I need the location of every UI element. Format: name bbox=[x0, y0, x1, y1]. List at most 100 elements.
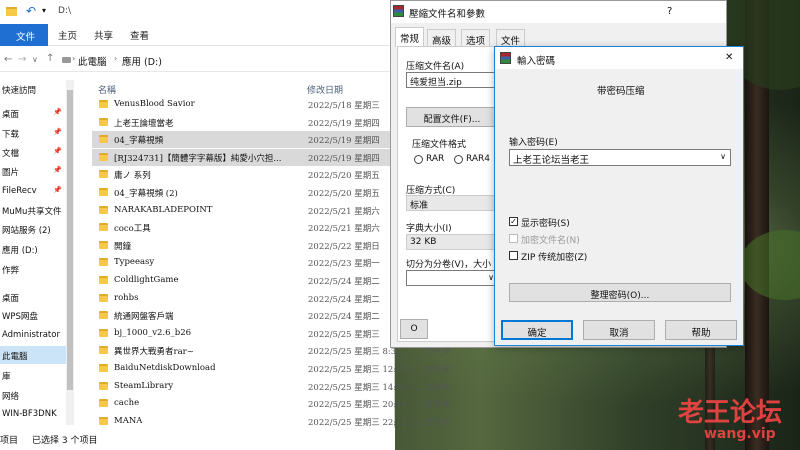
tab-general[interactable]: 常规 bbox=[395, 27, 425, 47]
help-button[interactable]: 帮助 bbox=[665, 320, 737, 340]
nav-item-drive-d[interactable]: 應用 (D:) bbox=[0, 240, 66, 258]
chevron-down-icon[interactable]: ∨ bbox=[720, 152, 726, 161]
file-name: 04_字幕視頻 (2) bbox=[114, 189, 178, 199]
nav-item-computer[interactable]: WIN-BF3DNK bbox=[0, 405, 66, 423]
password-dialog-title: 輸入密碼 bbox=[517, 56, 556, 67]
breadcrumb-this-pc[interactable]: 此電腦 bbox=[78, 54, 107, 68]
history-dropdown-icon[interactable]: ∨ bbox=[32, 55, 38, 64]
pin-icon: 📌 bbox=[53, 166, 62, 174]
tab-view[interactable]: 查看 bbox=[130, 28, 149, 42]
nav-item-this-pc[interactable]: 此電腦 bbox=[0, 346, 66, 364]
table-row[interactable]: NARAKABLADEPOINT 2022/5/21 星期六 bbox=[92, 202, 395, 219]
table-row[interactable]: Typeeasy 2022/5/23 星期一 bbox=[92, 254, 395, 271]
nav-item-network[interactable]: 网络 bbox=[0, 386, 66, 404]
column-header-date[interactable]: 修改日期 bbox=[307, 83, 343, 96]
password-input[interactable]: 上老王论坛当老王 ∨ bbox=[509, 149, 731, 166]
ok-button-partial[interactable]: O bbox=[400, 319, 428, 339]
nav-scrollbar[interactable] bbox=[66, 80, 74, 425]
nav-item-pictures[interactable]: 圖片 📌 bbox=[0, 162, 66, 180]
status-item-count: 项目 bbox=[0, 436, 19, 446]
table-row[interactable]: 統通网盤客戶端 2022/5/24 星期二 bbox=[92, 307, 395, 324]
nav-item-documents[interactable]: 文檔 📌 bbox=[0, 143, 66, 161]
nav-item-libraries[interactable]: 庫 bbox=[0, 366, 66, 384]
address-bar[interactable]: ← → ∨ ↑ › 此電腦 › 應用 (D:) bbox=[0, 48, 395, 72]
table-row[interactable]: 04_字幕視頻 (2) 2022/5/20 星期五 bbox=[92, 184, 395, 201]
format-rar4-radio[interactable] bbox=[454, 155, 463, 164]
nav-item-web-server[interactable]: 网站服务 (2) bbox=[0, 220, 66, 238]
file-date: 2022/5/19 星期四 bbox=[308, 118, 380, 129]
pin-icon: 📌 bbox=[53, 108, 62, 116]
file-name: 04_字幕視頻 bbox=[114, 136, 164, 147]
help-icon[interactable]: ? bbox=[667, 6, 672, 17]
nav-item-label: 應用 (D:) bbox=[2, 246, 38, 256]
password-value: 上老王论坛当老王 bbox=[513, 155, 590, 166]
breadcrumb-drive-d[interactable]: 應用 (D:) bbox=[122, 54, 162, 68]
nav-scroll-thumb[interactable] bbox=[67, 90, 73, 390]
folder-icon bbox=[99, 364, 108, 372]
up-arrow-icon[interactable]: ↑ bbox=[46, 53, 54, 64]
tab-files[interactable]: 文件 bbox=[496, 29, 526, 47]
folder-icon bbox=[99, 276, 108, 284]
table-row[interactable]: 上老王論壇當老 2022/5/19 星期四 bbox=[92, 114, 395, 131]
file-name: bj_1000_v2.6_b26 bbox=[114, 327, 192, 338]
table-row[interactable]: cache 2022/5/25 星期三 20:46 文件夹 bbox=[92, 395, 451, 412]
undo-icon[interactable]: ↶ bbox=[26, 4, 36, 18]
tab-file[interactable]: 文件 bbox=[0, 24, 48, 46]
quick-access-dropdown-icon[interactable]: ▾ bbox=[42, 6, 46, 15]
nav-item-label: 桌面 bbox=[2, 294, 20, 304]
nav-item-desktop[interactable]: 桌面 📌 bbox=[0, 104, 66, 122]
table-row[interactable]: rohbs 2022/5/24 星期二 bbox=[92, 290, 395, 307]
nav-item-desktop-root[interactable]: 桌面 bbox=[0, 288, 66, 306]
table-row[interactable]: SteamLibrary 2022/5/25 星期三 14:56 文件夹 bbox=[92, 378, 451, 395]
nav-item-label: 桌面 bbox=[2, 110, 20, 120]
organize-passwords-button[interactable]: 整理密码(O)... bbox=[509, 283, 731, 302]
ok-button[interactable]: 确定 bbox=[501, 320, 573, 340]
format-rar-radio[interactable] bbox=[414, 155, 423, 164]
file-date: 2022/5/21 星期六 bbox=[308, 224, 380, 235]
tab-options[interactable]: 选项 bbox=[461, 29, 491, 47]
file-name: [RJ324731]【簡體字字幕版】純愛小穴担... bbox=[114, 153, 282, 164]
compression-method-select[interactable]: 标准 bbox=[406, 195, 498, 211]
watermark-logo: 老王论坛 bbox=[678, 398, 783, 428]
table-row[interactable]: VenusBlood Savior 2022/5/18 星期三 bbox=[92, 96, 395, 113]
nav-item-wps-drive[interactable]: WPS网盘 bbox=[0, 306, 66, 324]
table-row[interactable]: 04_字幕視頻 2022/5/19 星期四 bbox=[92, 131, 395, 149]
forward-arrow-icon[interactable]: → bbox=[18, 54, 26, 65]
table-row[interactable]: coco工具 2022/5/21 星期六 bbox=[92, 219, 395, 236]
archive-dialog-titlebar: 壓縮文件名和參數 ? bbox=[391, 1, 726, 23]
encrypt-filenames-checkbox[interactable] bbox=[509, 234, 518, 243]
tab-advanced[interactable]: 高级 bbox=[427, 29, 457, 47]
archive-name-input[interactable]: 纯爱担当.zip bbox=[406, 72, 498, 88]
table-row[interactable]: ColdlightGame 2022/5/24 星期二 bbox=[92, 272, 395, 289]
nav-item-quick-access[interactable]: 快速訪問 bbox=[0, 80, 66, 98]
table-row[interactable]: 異世界大戰勇者rar~ 2022/5/25 星期三 8:35 文件夹 bbox=[92, 342, 451, 359]
zip-legacy-encryption-checkbox[interactable] bbox=[509, 251, 518, 260]
folder-icon bbox=[99, 381, 108, 390]
tab-share[interactable]: 共享 bbox=[94, 28, 113, 42]
show-password-checkbox[interactable]: ✓ bbox=[509, 217, 518, 226]
file-date: 2022/5/23 星期一 bbox=[308, 259, 380, 270]
split-volume-select[interactable]: ∨ bbox=[406, 270, 498, 286]
password-dialog-header: 带密码压缩 bbox=[597, 86, 645, 97]
table-row[interactable]: bj_1000_v2.6_b26 2022/5/25 星期三 bbox=[92, 325, 395, 342]
cancel-button[interactable]: 取消 bbox=[583, 320, 655, 340]
back-arrow-icon[interactable]: ← bbox=[4, 54, 12, 65]
nav-item-filerecv[interactable]: FileRecv 📌 bbox=[0, 182, 66, 200]
tab-home[interactable]: 主页 bbox=[58, 28, 77, 42]
nav-item-cheat[interactable]: 作弊 bbox=[0, 260, 66, 278]
table-row[interactable]: 開鐘 2022/5/22 星期日 bbox=[92, 237, 395, 254]
nav-item-label: 此電腦 bbox=[2, 352, 28, 362]
nav-item-label: 快速訪問 bbox=[2, 86, 37, 96]
breadcrumb-sep-icon: › bbox=[72, 54, 76, 63]
file-date: 2022/5/25 星期三 12:31 bbox=[308, 365, 407, 375]
profiles-button[interactable]: 配置文件(F)... bbox=[406, 107, 498, 127]
nav-item-downloads[interactable]: 下载 📌 bbox=[0, 124, 66, 142]
nav-item-mumu-share[interactable]: MuMu共享文件 bbox=[0, 201, 66, 219]
close-icon[interactable]: ✕ bbox=[725, 52, 733, 63]
table-row[interactable]: 庸ノ 系列 2022/5/20 星期五 bbox=[92, 166, 395, 183]
nav-item-administrator[interactable]: Administrator bbox=[0, 326, 66, 344]
column-header-name[interactable]: 名稱 bbox=[98, 83, 116, 96]
dictionary-size-select[interactable]: 32 KB bbox=[406, 234, 498, 250]
table-row[interactable]: [RJ324731]【簡體字字幕版】純愛小穴担... 2022/5/19 星期四 bbox=[92, 148, 395, 166]
table-row[interactable]: BaiduNetdiskDownload 2022/5/25 星期三 12:31 文… bbox=[92, 360, 451, 377]
